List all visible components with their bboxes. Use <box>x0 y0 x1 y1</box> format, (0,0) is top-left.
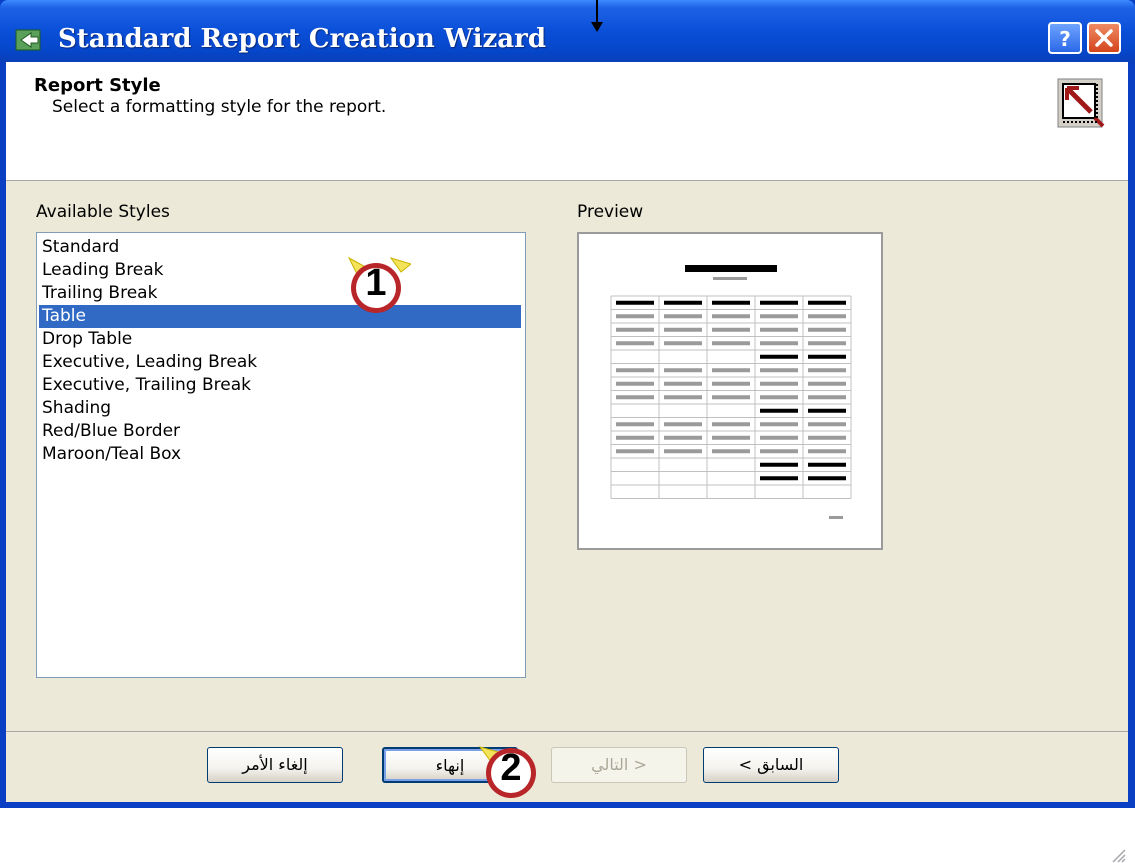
resize-grip-icon[interactable] <box>1110 847 1126 863</box>
wizard-header: Report Style Select a formatting style f… <box>6 62 1128 181</box>
preview-label: Preview <box>577 202 644 222</box>
cancel-button[interactable]: إلغاء الأمر <box>207 747 343 783</box>
cursor-arrow-icon <box>591 0 603 32</box>
list-item-maroon-teal-box[interactable]: Maroon/Teal Box <box>39 443 521 466</box>
wizard-window: Standard Report Creation Wizard ? Report… <box>0 0 1135 863</box>
list-item-table[interactable]: Table <box>39 305 521 328</box>
window-title: Standard Report Creation Wizard <box>58 24 546 54</box>
page-title: Report Style <box>34 75 161 96</box>
close-button[interactable] <box>1087 22 1121 54</box>
callout-marker-2: 2 <box>478 741 544 801</box>
styles-listbox[interactable]: Standard Leading Break Trailing Break Ta… <box>36 232 526 678</box>
help-icon: ? <box>1059 27 1071 51</box>
dialog-client-area: Report Style Select a formatting style f… <box>6 62 1128 863</box>
list-item-leading-break[interactable]: Leading Break <box>39 259 521 282</box>
list-item-executive-leading-break[interactable]: Executive, Leading Break <box>39 351 521 374</box>
title-bar[interactable]: Standard Report Creation Wizard ? <box>0 0 1135 62</box>
app-icon <box>15 29 41 51</box>
list-item-shading[interactable]: Shading <box>39 397 521 420</box>
next-button[interactable]: التالي > <box>551 747 687 783</box>
list-item-trailing-break[interactable]: Trailing Break <box>39 282 521 305</box>
callout-number-2: 2 <box>500 747 522 789</box>
list-item-executive-trailing-break[interactable]: Executive, Trailing Break <box>39 374 521 397</box>
style-preview <box>577 232 883 550</box>
page-subtitle: Select a formatting style for the report… <box>52 97 387 117</box>
callout-number-1: 1 <box>365 262 387 304</box>
callout-marker-1: 1 <box>345 256 411 316</box>
list-item-standard[interactable]: Standard <box>39 236 521 259</box>
list-item-drop-table[interactable]: Drop Table <box>39 328 521 351</box>
list-item-red-blue-border[interactable]: Red/Blue Border <box>39 420 521 443</box>
close-icon <box>1095 29 1113 47</box>
help-button[interactable]: ? <box>1048 22 1082 54</box>
back-button[interactable]: < السابق <box>703 747 839 783</box>
svg-text:?: ? <box>1059 27 1071 51</box>
available-styles-label: Available Styles <box>36 202 170 222</box>
report-style-icon <box>1057 78 1105 128</box>
preview-table-graphic <box>610 265 852 519</box>
footer-divider <box>6 731 1128 732</box>
